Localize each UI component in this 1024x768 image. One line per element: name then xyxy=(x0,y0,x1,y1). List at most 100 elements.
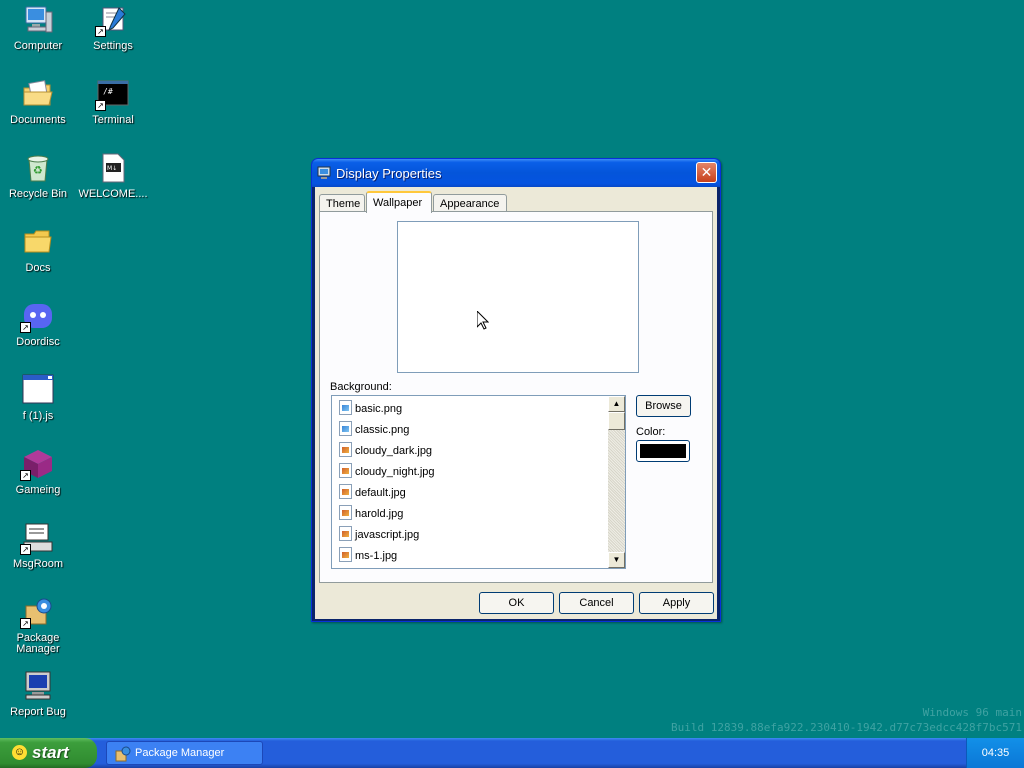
tab-wallpaper[interactable]: Wallpaper xyxy=(366,191,432,213)
watermark-line-1: Windows 96 main xyxy=(922,706,1022,719)
window-title: Display Properties xyxy=(336,166,442,181)
desktop-icon-label: f (1).js xyxy=(22,410,54,422)
desktop-icon-recycle-bin[interactable]: ♻ Recycle Bin xyxy=(1,152,75,200)
background-list-item[interactable]: harold.jpg xyxy=(332,501,608,522)
desktop-icon-settings[interactable]: ↗ Settings xyxy=(76,4,150,52)
taskbar-item-label: Package Manager xyxy=(135,747,225,759)
background-label: Background: xyxy=(330,381,392,393)
color-label: Color: xyxy=(636,426,666,438)
background-list-item-label: basic.png xyxy=(355,403,403,415)
svg-text:♻: ♻ xyxy=(33,165,43,177)
documents-icon xyxy=(22,78,54,110)
desktop-icon-label: Terminal xyxy=(92,114,134,126)
wallpaper-panel: Background: basic.png classic.png cloudy_d… xyxy=(319,211,713,583)
shortcut-arrow-icon: ↗ xyxy=(20,470,31,481)
background-list-items: basic.png classic.png cloudy_dark.jpgcloud… xyxy=(332,396,608,564)
taskbar-item-package-manager[interactable]: Package Manager xyxy=(106,741,263,765)
background-list-item[interactable]: classic.png xyxy=(332,417,608,438)
smiley-icon: ☺ xyxy=(12,745,27,760)
background-list-item-label: default.jpg xyxy=(355,487,406,499)
folder-icon xyxy=(22,226,54,258)
desktop-icon-documents[interactable]: Documents xyxy=(1,78,75,126)
mouse-pointer-icon xyxy=(476,309,490,330)
background-list-item[interactable]: javascript.jpg xyxy=(332,522,608,543)
watermark-line-2: Build 12839.88efa922.230410-1942.d77c73e… xyxy=(671,721,1022,734)
start-button[interactable]: ☺ start xyxy=(0,738,97,768)
jpg-file-icon xyxy=(339,463,352,478)
desktop-icon-label: Computer xyxy=(13,40,63,52)
window-titlebar[interactable]: Display Properties ✕ xyxy=(312,159,720,187)
desktop-icon-label: Report Bug xyxy=(10,706,66,718)
background-list-item-label: cloudy_night.jpg xyxy=(355,466,435,478)
vertical-scrollbar[interactable]: ▲ ▼ xyxy=(608,396,625,568)
background-list-item[interactable]: cloudy_dark.jpg xyxy=(332,438,608,459)
desktop-icon-gameing[interactable]: ↗ Gameing xyxy=(1,448,75,496)
desktop-icon-f1-js[interactable]: f (1).js xyxy=(1,374,75,422)
tab-theme[interactable]: Theme xyxy=(319,194,365,212)
desktop-icon-welcome[interactable]: M↓ WELCOME.... xyxy=(76,152,150,200)
doordisc-icon: ↗ xyxy=(20,300,54,333)
jpg-file-icon xyxy=(339,526,352,541)
desktop-icon-msgroom[interactable]: ↗ MsgRoom xyxy=(1,522,75,570)
desktop-icon-label: Settings xyxy=(93,40,133,52)
window-file-icon xyxy=(22,374,54,406)
png-file-icon xyxy=(339,421,352,436)
desktop-icon-computer[interactable]: Computer xyxy=(1,4,75,52)
desktop-icon-label: Gameing xyxy=(15,484,61,496)
display-properties-icon xyxy=(317,165,333,181)
desktop-icon-label: Package Manager xyxy=(16,632,60,655)
color-swatch-fill xyxy=(640,444,686,458)
jpg-file-icon xyxy=(339,505,352,520)
background-list-item-label: javascript.jpg xyxy=(355,529,420,541)
background-list-item[interactable]: cloudy_night.jpg xyxy=(332,459,608,480)
desktop-icon-docs[interactable]: Docs xyxy=(1,226,75,274)
background-list-item-label: classic.png xyxy=(355,424,410,436)
game-cube-icon: ↗ xyxy=(20,448,54,481)
background-list-item-label: harold.jpg xyxy=(355,508,404,520)
close-button[interactable]: ✕ xyxy=(696,162,717,183)
desktop-icon-package-manager[interactable]: ↗ Package Manager xyxy=(1,596,75,655)
scroll-up-button[interactable]: ▲ xyxy=(608,396,625,412)
desktop-icon-label: Doordisc xyxy=(16,336,60,348)
desktop-icon-report-bug[interactable]: Report Bug xyxy=(1,670,75,718)
display-properties-window: Display Properties ✕ Theme Wallpaper App… xyxy=(311,158,721,622)
desktop-icon-doordisc[interactable]: ↗ Doordisc xyxy=(1,300,75,348)
background-list[interactable]: basic.png classic.png cloudy_dark.jpgcloud… xyxy=(331,395,626,569)
terminal-icon: /# ↗ xyxy=(95,78,129,111)
background-list-item[interactable]: default.jpg xyxy=(332,480,608,501)
desktop-icon-label: Documents xyxy=(10,114,66,126)
desktop-icon-label: MsgRoom xyxy=(12,558,64,570)
browse-button[interactable]: Browse xyxy=(636,395,691,417)
cancel-button[interactable]: Cancel xyxy=(559,592,634,614)
desktop-icon-label: Docs xyxy=(25,262,51,274)
recycle-bin-icon: ♻ xyxy=(22,152,54,184)
taskbar: ☺ start Package Manager 04:35 xyxy=(0,738,1024,768)
clock[interactable]: 04:35 xyxy=(982,747,1010,759)
system-tray: 04:35 xyxy=(966,738,1024,768)
msgroom-icon: ↗ xyxy=(20,522,54,555)
shortcut-arrow-icon: ↗ xyxy=(95,100,106,111)
settings-icon: ↗ xyxy=(95,4,129,37)
background-list-item[interactable]: basic.png xyxy=(332,396,608,417)
scroll-down-button[interactable]: ▼ xyxy=(608,552,625,568)
start-label: start xyxy=(32,743,69,762)
scroll-thumb[interactable] xyxy=(608,412,625,430)
jpg-file-icon xyxy=(339,484,352,499)
background-list-item[interactable]: ms-1.jpg xyxy=(332,543,608,564)
report-bug-icon xyxy=(22,670,54,702)
color-picker-button[interactable] xyxy=(636,440,690,462)
build-watermark: Windows 96 main Build 12839.88efa922.230… xyxy=(671,705,1022,735)
tab-appearance[interactable]: Appearance xyxy=(433,194,507,212)
desktop-icon-terminal[interactable]: /# ↗ Terminal xyxy=(76,78,150,126)
markdown-file-icon: M↓ xyxy=(97,152,129,184)
desktop-icon-label: Recycle Bin xyxy=(8,188,68,200)
apply-button[interactable]: Apply xyxy=(639,592,714,614)
ok-button[interactable]: OK xyxy=(479,592,554,614)
wallpaper-preview xyxy=(397,221,639,373)
close-icon: ✕ xyxy=(700,164,713,180)
background-list-item-label: cloudy_dark.jpg xyxy=(355,445,433,457)
svg-text:/#: /# xyxy=(103,87,113,96)
shortcut-arrow-icon: ↗ xyxy=(95,26,106,37)
computer-icon xyxy=(22,4,54,36)
shortcut-arrow-icon: ↗ xyxy=(20,544,31,555)
